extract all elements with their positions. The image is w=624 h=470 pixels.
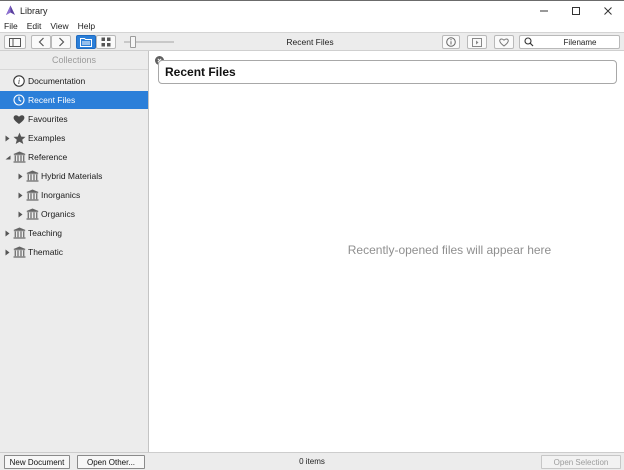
clock-icon [12,93,26,107]
forward-button[interactable] [51,35,71,49]
play-button[interactable] [467,35,487,49]
back-button[interactable] [31,35,51,49]
sidebar-item-hybrid-materials[interactable]: Hybrid Materials [0,167,148,185]
maximize-button[interactable] [560,1,592,20]
app-logo-icon [4,5,16,17]
svg-text:i: i [18,77,20,86]
sidebar-item-label: Favourites [28,114,68,124]
sidebar-item-label: Inorganics [41,190,81,200]
info-button[interactable] [442,35,460,49]
expand-arrow-icon[interactable] [16,172,24,180]
collapse-arrow-icon[interactable] [3,153,11,161]
expand-arrow-icon[interactable] [16,210,24,218]
folder-list-icon [80,38,92,47]
sidebar-item-documentation[interactable]: i Documentation [0,72,148,90]
sidebar-item-label: Examples [28,133,66,143]
library-icon [12,150,26,164]
sidebar-item-recent-files[interactable]: Recent Files [0,91,148,109]
sidebar-item-favourites[interactable]: Favourites [0,110,148,128]
grid-icon [101,37,111,47]
expand-arrow-icon[interactable] [3,248,11,256]
close-window-button[interactable] [592,1,624,20]
sidebar-item-inorganics[interactable]: Inorganics [0,186,148,204]
chevron-right-icon [58,37,64,47]
sidebar-item-label: Teaching [28,228,63,238]
toolbar: Recent Files [0,32,624,51]
item-count: 0 items [299,457,325,466]
sidebar-item-thematic[interactable]: Thematic [0,243,148,261]
list-view-button[interactable] [76,35,96,49]
new-document-button[interactable]: New Document [4,455,70,469]
sidebar-item-label: Hybrid Materials [41,171,103,181]
sidebar-item-label: Reference [28,152,68,162]
grid-view-button[interactable] [96,35,116,49]
heart-outline-icon [499,37,509,47]
info-icon: i [12,74,26,88]
menu-view[interactable]: View [50,21,68,31]
window-controls [528,1,624,20]
library-icon [25,207,39,221]
menu-bar: File Edit View Help [0,20,624,32]
window-title: Library [20,5,48,16]
sidebar-item-organics[interactable]: Organics [0,205,148,223]
recent-files-panel: Recent Files Recently-opened files will … [150,51,624,452]
empty-state-text: Recently-opened files will appear here [347,243,552,257]
search-field[interactable] [519,35,620,49]
collections-sidebar: Collections i Documentation Recent Files… [0,51,149,452]
sidebar-item-label: Recent Files [28,95,76,105]
sidebar-item-label: Thematic [28,247,63,257]
search-icon [524,37,534,47]
library-icon [12,226,26,240]
search-input[interactable] [542,36,618,48]
heart-icon [12,112,26,126]
menu-edit[interactable]: Edit [27,21,42,31]
library-icon [12,245,26,259]
expand-arrow-icon[interactable] [16,191,24,199]
star-icon [12,131,26,145]
expand-arrow-icon[interactable] [3,229,11,237]
open-selection-button[interactable]: Open Selection [541,455,621,469]
menu-file[interactable]: File [4,21,18,31]
minimize-button[interactable] [528,1,560,20]
section-heading: Recent Files [165,65,236,79]
expand-arrow-icon[interactable] [3,134,11,142]
toggle-sidebar-button[interactable] [4,35,26,49]
chevron-left-icon [38,37,44,47]
info-icon [446,37,456,47]
sidebar-item-examples[interactable]: Examples [0,129,148,147]
section-heading-box: Recent Files [158,60,617,84]
library-icon [25,188,39,202]
zoom-slider-handle[interactable] [130,36,136,48]
location-title: Recent Files [286,37,334,47]
sidebar-item-teaching[interactable]: Teaching [0,224,148,242]
library-icon [25,169,39,183]
status-bar: New Document Open Other... 0 items Open … [0,452,624,470]
title-bar: Library [0,0,624,20]
sidebar-icon [9,37,21,47]
play-icon [472,37,482,47]
favourite-button[interactable] [494,35,514,49]
menu-help[interactable]: Help [78,21,95,31]
sidebar-item-label: Documentation [28,76,86,86]
empty-state-message: Recently-opened files will appear here [150,243,624,257]
sidebar-header: Collections [0,51,148,70]
sidebar-item-reference[interactable]: Reference [0,148,148,166]
sidebar-item-label: Organics [41,209,76,219]
open-other-button[interactable]: Open Other... [77,455,145,469]
